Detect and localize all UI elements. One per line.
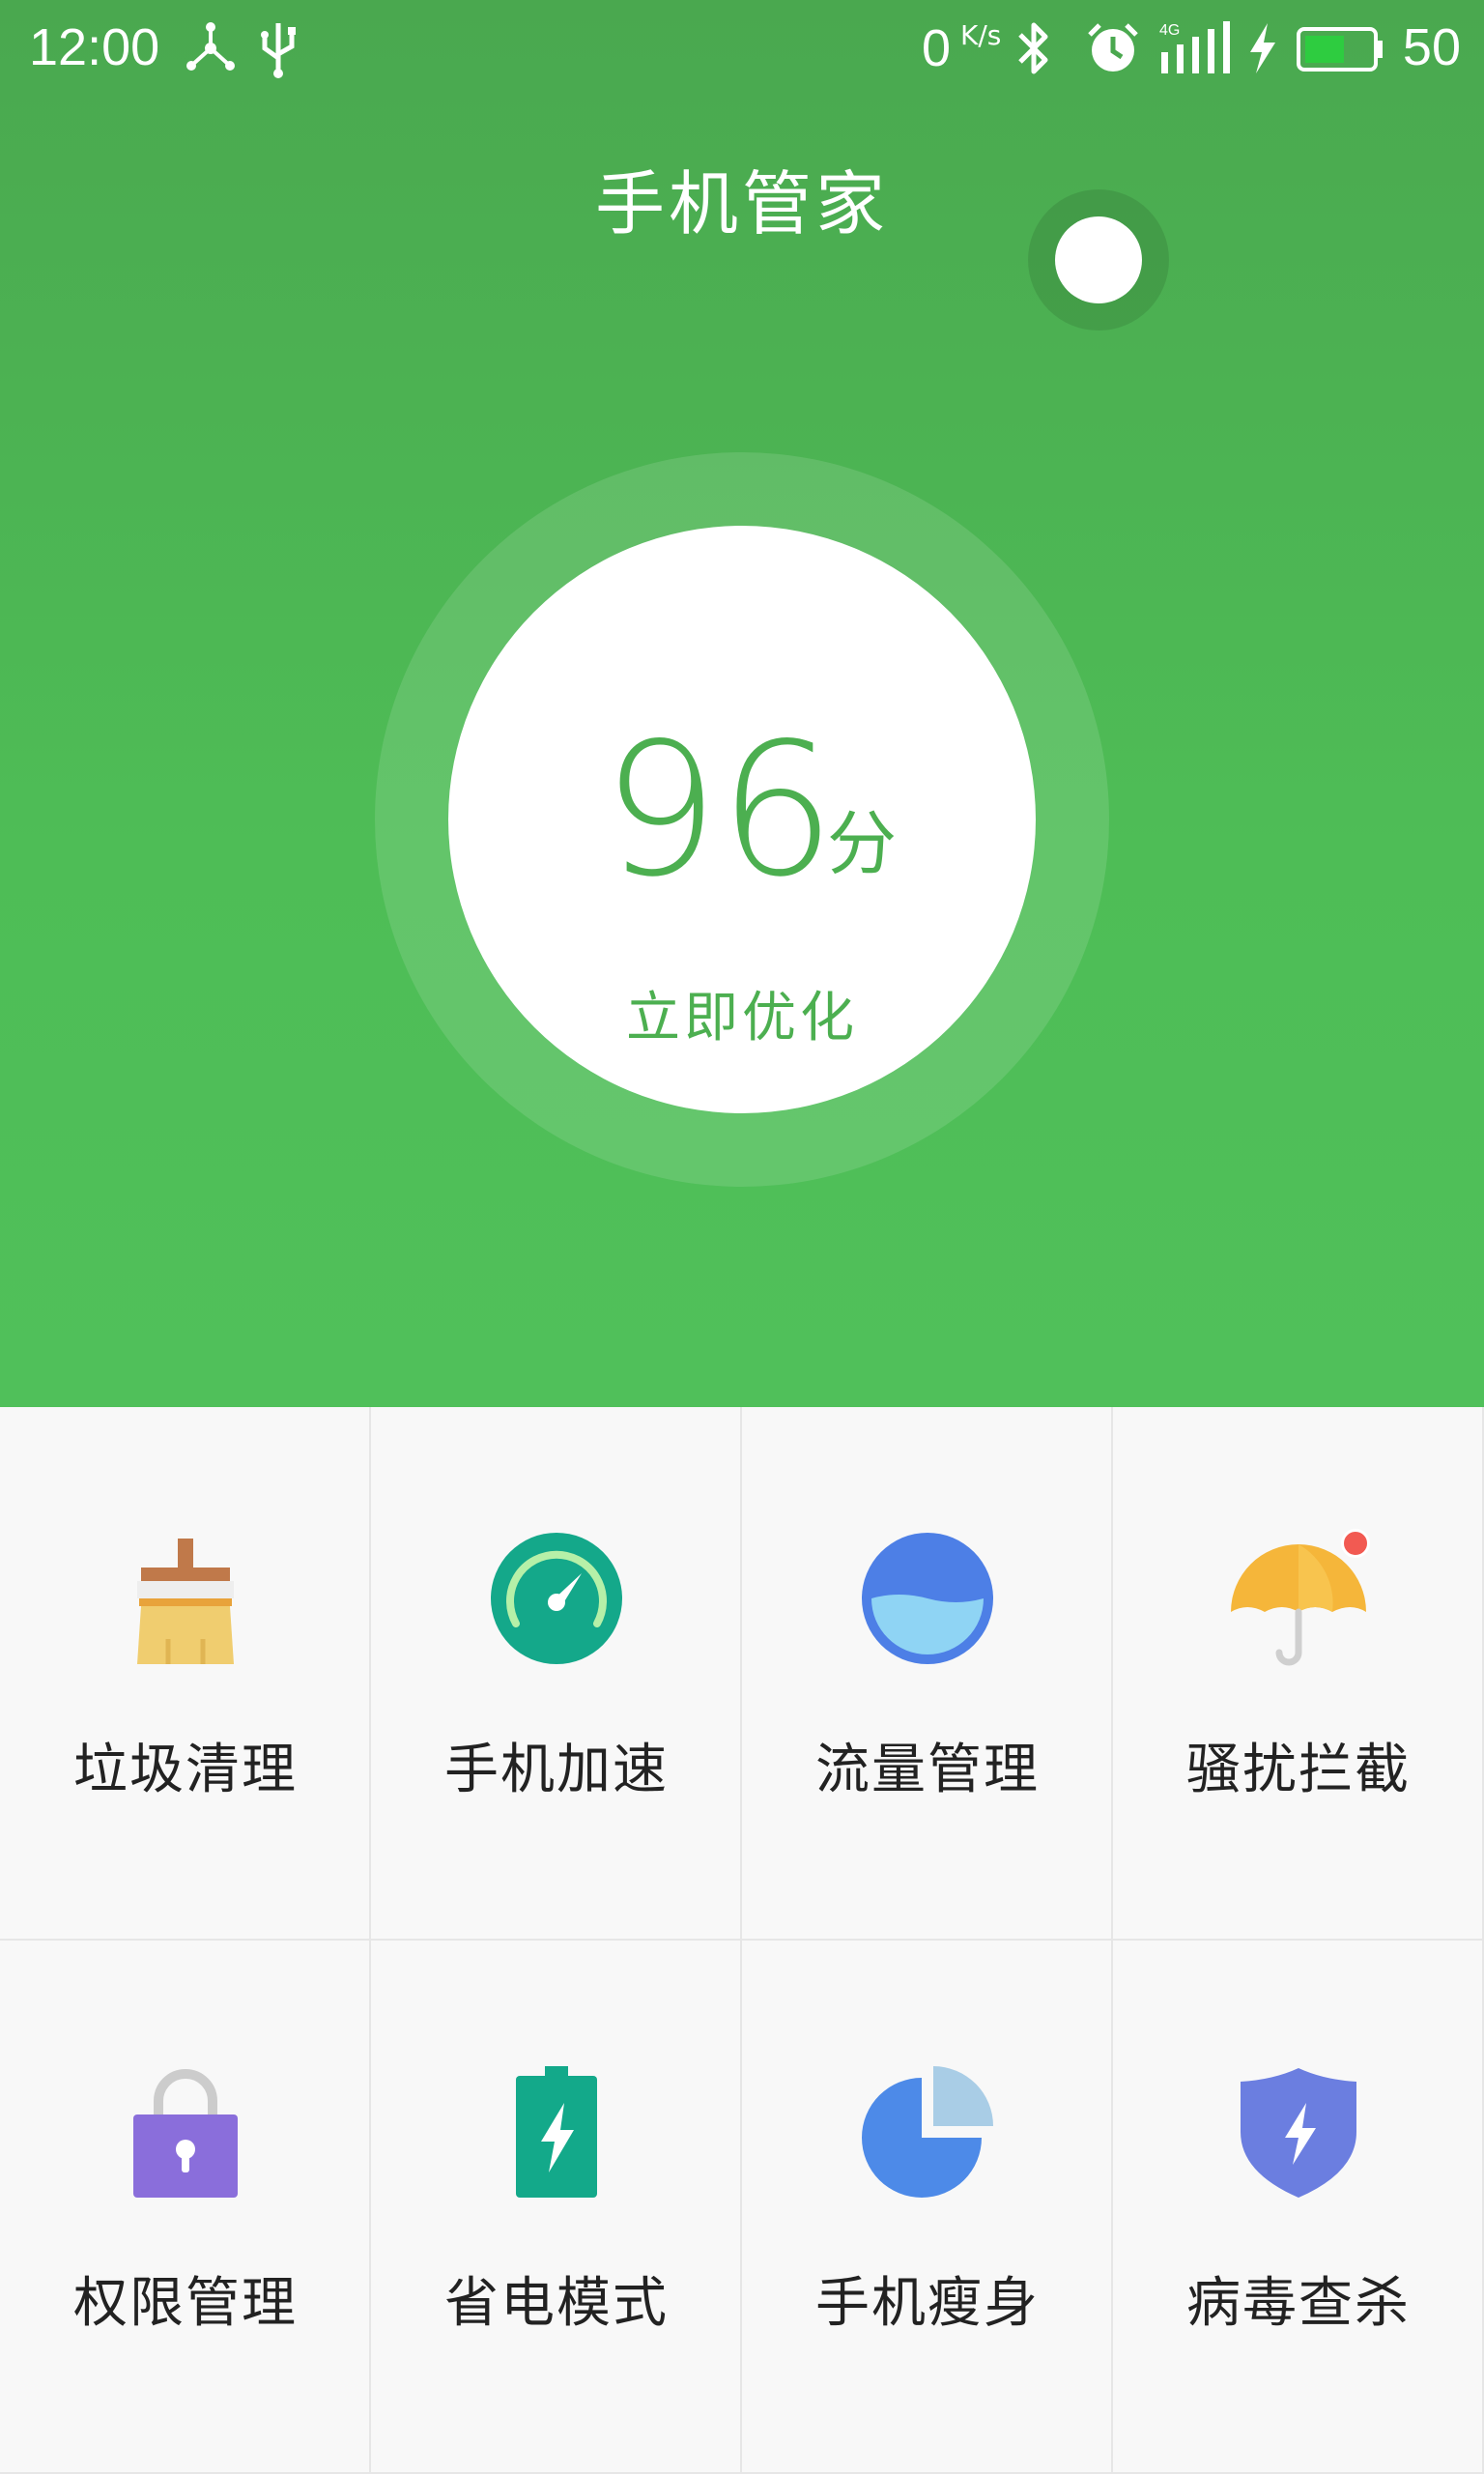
feature-label: 骚扰拦截 (1186, 1739, 1411, 1801)
charging-icon (1250, 23, 1275, 73)
net-speed-unit: K/s (960, 19, 1002, 51)
feature-label: 病毒查杀 (1186, 2272, 1411, 2335)
feature-junk-clean[interactable]: 垃圾清理 (0, 1407, 371, 1941)
feature-label: 手机瘦身 (815, 2272, 1040, 2335)
floating-ball-dot (1055, 216, 1142, 303)
padlock-icon (133, 2069, 238, 2198)
notification-badge (1341, 1529, 1370, 1558)
feature-storage-slim[interactable]: 手机瘦身 (742, 1941, 1113, 2474)
alarm-icon (1088, 23, 1138, 72)
feature-power-saving[interactable]: 省电模式 (371, 1941, 742, 2474)
score-value: 96 (602, 704, 836, 917)
svg-text:4G: 4G (1159, 22, 1180, 39)
feature-grid: 垃圾清理 手机加速 流量管理 骚扰拦截 权限管理 省电模式 手机瘦身 病毒查杀 (0, 1407, 1484, 2474)
bluetooth-icon (1018, 22, 1048, 74)
feature-label: 垃圾清理 (73, 1739, 298, 1801)
water-level-icon (862, 1533, 993, 1664)
feature-label: 权限管理 (73, 2272, 298, 2335)
pie-chart-icon (862, 2066, 993, 2198)
battery-percent: 50 (1402, 18, 1461, 76)
4g-signal-icon: 4G (1159, 21, 1230, 73)
feature-data-usage[interactable]: 流量管理 (742, 1407, 1113, 1941)
speedometer-icon (491, 1533, 622, 1664)
floating-ball-button[interactable] (1028, 189, 1169, 331)
shield-bolt-icon (1241, 2068, 1356, 2198)
battery-icon (1297, 27, 1383, 72)
status-time: 12:00 (29, 18, 160, 76)
battery-bolt-icon (516, 2066, 597, 2198)
net-speed-value: 0 (922, 19, 952, 77)
feature-phone-boost[interactable]: 手机加速 (371, 1407, 742, 1941)
header-area: 12:00 0 K/s 4G 50 手机管家 96 分 立即优化 (0, 0, 1484, 1407)
feature-label: 流量管理 (815, 1739, 1040, 1801)
feature-label: 手机加速 (444, 1739, 669, 1801)
share-icon (186, 22, 235, 71)
score-unit: 分 (827, 803, 898, 884)
page-title: 手机管家 (594, 163, 889, 245)
status-bar: 12:00 0 K/s 4G 50 (0, 0, 1484, 97)
feature-virus-scan[interactable]: 病毒查杀 (1113, 1941, 1484, 2474)
feature-permission-manage[interactable]: 权限管理 (0, 1941, 371, 2474)
feature-label: 省电模式 (444, 2272, 669, 2335)
feature-spam-block[interactable]: 骚扰拦截 (1113, 1407, 1484, 1941)
optimize-button[interactable]: 96 分 立即优化 (448, 526, 1036, 1113)
optimize-now-label: 立即优化 (626, 987, 858, 1050)
score-ring: 96 分 立即优化 (375, 452, 1109, 1187)
broom-icon (137, 1539, 234, 1664)
usb-icon (261, 23, 296, 78)
